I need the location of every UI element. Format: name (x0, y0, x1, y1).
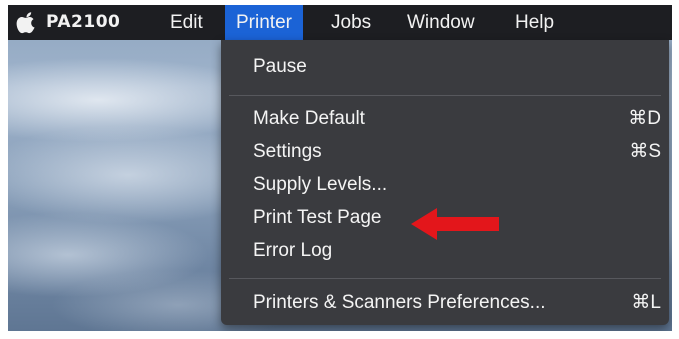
apple-logo-icon[interactable] (16, 11, 38, 34)
menu-separator (229, 95, 661, 96)
menu-item-label: Print Test Page (253, 207, 382, 228)
menu-item-printers-scanners-preferences[interactable]: Printers & Scanners Preferences... ⌘L (253, 288, 661, 318)
menu-item-settings[interactable]: Settings ⌘S (253, 137, 661, 167)
desktop-background: PA2100 Edit Printer Jobs Window Help Pau… (8, 5, 672, 331)
menu-item-label: Settings (253, 141, 322, 162)
menu-item-label: Printers & Scanners Preferences... (253, 292, 546, 313)
menu-item-label: Pause (253, 56, 307, 77)
menu-printer[interactable]: Printer (225, 5, 303, 40)
menu-item-supply-levels[interactable]: Supply Levels... (253, 170, 661, 200)
menu-item-label: Supply Levels... (253, 174, 388, 195)
red-arrow-icon (411, 208, 499, 240)
menu-item-label: Make Default (253, 108, 365, 129)
shortcut-label: ⌘D (628, 108, 661, 129)
menu-edit[interactable]: Edit (159, 5, 214, 40)
menu-item-make-default[interactable]: Make Default ⌘D (253, 104, 661, 134)
menu-bar: PA2100 Edit Printer Jobs Window Help (8, 5, 672, 40)
menu-help[interactable]: Help (504, 5, 565, 40)
app-name-menu[interactable]: PA2100 (46, 12, 120, 32)
menu-item-pause[interactable]: Pause (253, 52, 661, 82)
shortcut-label: ⌘S (629, 141, 661, 162)
menu-jobs[interactable]: Jobs (320, 5, 382, 40)
shortcut-label: ⌘L (631, 292, 661, 313)
menu-item-label: Error Log (253, 240, 333, 261)
menu-separator (229, 278, 661, 279)
printer-menu-dropdown: Pause Make Default ⌘D Settings ⌘S Supply… (221, 40, 669, 325)
menu-window[interactable]: Window (396, 5, 486, 40)
